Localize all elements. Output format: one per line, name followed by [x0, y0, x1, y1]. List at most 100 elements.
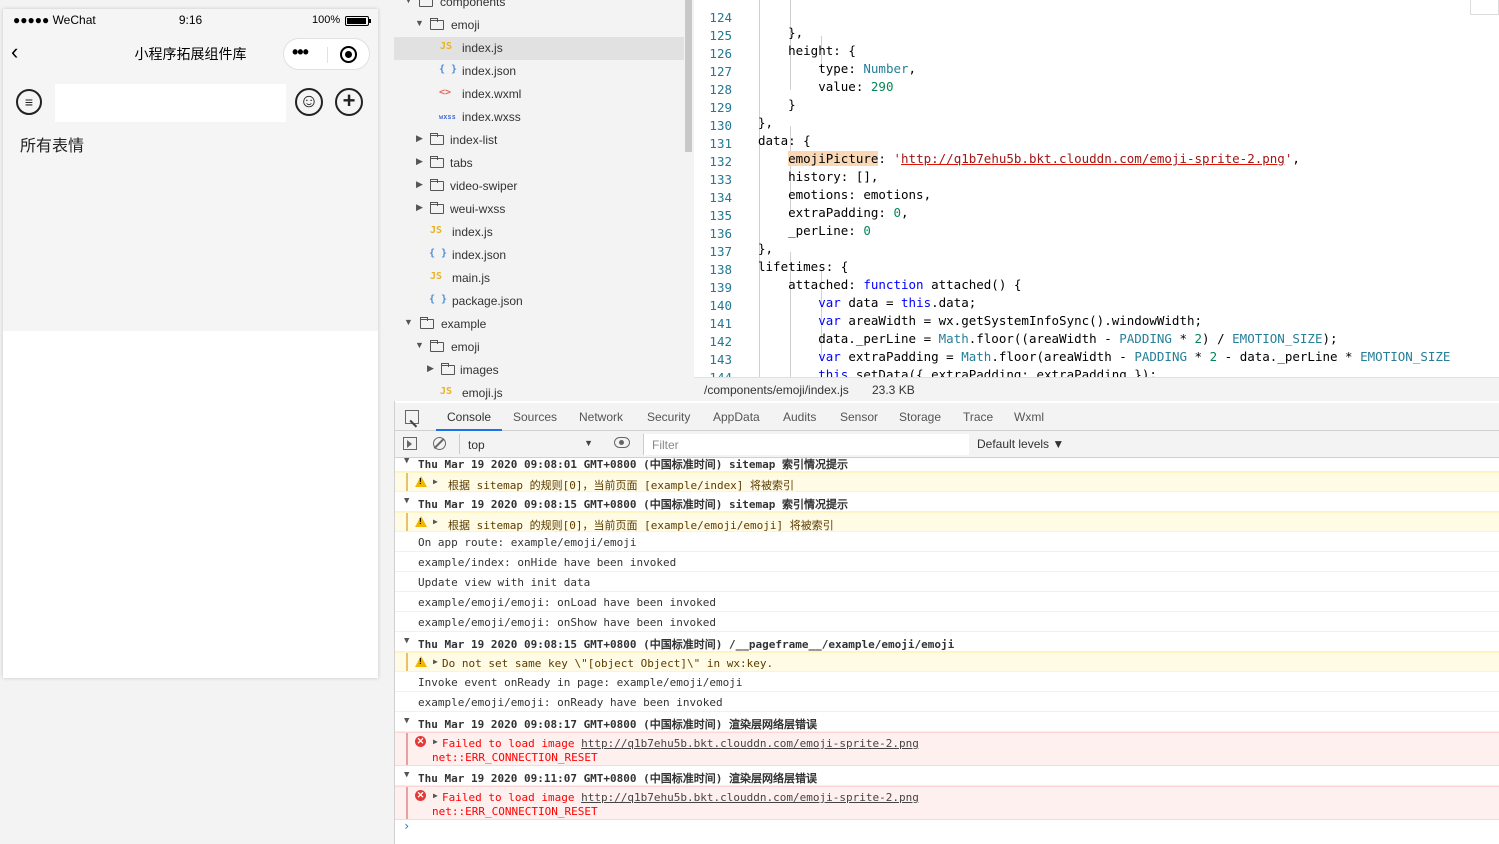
tree-folder-components[interactable]: ▼ components — [394, 0, 684, 14]
expand-arrow-icon[interactable]: ▼ — [404, 317, 413, 327]
collapse-arrow-icon[interactable]: ▼ — [404, 716, 409, 726]
editor-corner-widget[interactable] — [1470, 0, 1499, 15]
json-file-icon: { } — [439, 64, 458, 75]
tab-sensor[interactable]: Sensor — [840, 410, 878, 424]
sidebar-toggle-icon[interactable] — [403, 437, 417, 450]
list-icon[interactable]: ≡ — [16, 89, 42, 115]
tree-folder-index-list[interactable]: ▶ index-list — [394, 129, 684, 152]
console-log: example/emoji/emoji: onLoad have been in… — [395, 592, 1499, 612]
tree-file-index-js[interactable]: JS index.js — [394, 37, 684, 60]
editor-status-bar: /components/emoji/index.js 23.3 KB — [694, 377, 1499, 401]
error-text: Failed to load image — [442, 737, 582, 750]
collapse-arrow-icon[interactable]: ▼ — [404, 496, 409, 506]
tree-file-main-js[interactable]: JS main.js — [394, 267, 684, 290]
error-url-link[interactable]: http://q1b7ehu5b.bkt.clouddn.com/emoji-s… — [581, 791, 919, 804]
eye-icon[interactable] — [614, 437, 630, 448]
expand-arrow-icon[interactable]: ▶ — [433, 737, 438, 746]
expand-arrow-icon[interactable]: ▼ — [415, 340, 424, 350]
console-log: example/emoji/emoji: onReady have been i… — [395, 692, 1499, 712]
message-input[interactable] — [55, 84, 286, 122]
folder-icon — [419, 0, 433, 7]
tree-folder-weui-wxss[interactable]: ▶ weui-wxss — [394, 198, 684, 221]
close-target-icon[interactable] — [340, 46, 357, 63]
smiley-icon[interactable]: ☺ — [295, 88, 323, 116]
tab-security[interactable]: Security — [647, 410, 690, 424]
expand-arrow-icon[interactable]: ▶ — [416, 202, 423, 213]
tree-file-index-wxml[interactable]: <> index.wxml — [394, 83, 684, 106]
console-group-header[interactable]: ▼ Thu Mar 19 2020 09:08:17 GMT+0800 (中国标… — [395, 712, 1499, 732]
tree-folder-video-swiper[interactable]: ▶ video-swiper — [394, 175, 684, 198]
tab-trace[interactable]: Trace — [963, 410, 993, 424]
tree-file-index-js[interactable]: JS index.js — [394, 221, 684, 244]
more-icon[interactable]: ••• — [292, 43, 322, 61]
devtools-window: ●●●●● WeChat 9:16 100% ‹ 小程序拓展组件库 ••• ≡ … — [0, 0, 1499, 844]
console-group-header[interactable]: ▼ Thu Mar 19 2020 09:08:01 GMT+0800 (中国标… — [395, 458, 1499, 472]
folder-icon — [430, 18, 444, 30]
expand-arrow-icon[interactable]: ▶ — [433, 791, 438, 800]
tab-network[interactable]: Network — [579, 410, 623, 424]
console-output[interactable]: ▼ Thu Mar 19 2020 09:08:01 GMT+0800 (中国标… — [395, 458, 1499, 844]
code-line: 141 data._perLine = Math.floor((areaWidt… — [694, 301, 1499, 346]
console-message: Thu Mar 19 2020 09:08:15 GMT+0800 (中国标准时… — [418, 498, 849, 511]
console-group-header[interactable]: ▼ Thu Mar 19 2020 09:11:07 GMT+0800 (中国标… — [395, 766, 1499, 786]
warning-icon — [415, 656, 427, 667]
tree-label: weui-wxss — [450, 202, 506, 216]
js-file-icon: JS — [430, 271, 443, 282]
tree-file-emoji-js[interactable]: JS emoji.js — [394, 382, 684, 401]
tree-scrollbar[interactable] — [685, 0, 692, 152]
tree-folder-tabs[interactable]: ▶ tabs — [394, 152, 684, 175]
console-warning[interactable]: ▶ Do not set same key \"[object Object]\… — [395, 652, 1499, 672]
collapse-arrow-icon[interactable]: ▼ — [404, 458, 409, 466]
tree-folder-images[interactable]: ▶ images — [394, 359, 684, 382]
console-group-header[interactable]: ▼ Thu Mar 19 2020 09:08:15 GMT+0800 (中国标… — [395, 492, 1499, 512]
console-message: example/index: onHide have been invoked — [418, 556, 677, 569]
expand-arrow-icon[interactable]: ▶ — [416, 133, 423, 144]
tree-label: index-list — [450, 133, 498, 147]
console-error[interactable]: ✕ ▶ Failed to load image http://q1b7ehu5… — [395, 732, 1499, 766]
tree-folder-example[interactable]: ▼ example — [394, 313, 684, 336]
console-warning[interactable]: ▶ 根据 sitemap 的规则[0]，当前页面 [example/index]… — [395, 472, 1499, 492]
tab-storage[interactable]: Storage — [899, 410, 941, 424]
tree-file-index-wxss[interactable]: wxss index.wxss — [394, 106, 684, 129]
inspect-element-icon[interactable] — [405, 410, 419, 424]
collapse-arrow-icon[interactable]: ▼ — [404, 770, 409, 780]
console-prompt[interactable]: › — [403, 819, 410, 833]
tab-appdata[interactable]: AppData — [713, 410, 760, 424]
console-error[interactable]: ✕ ▶ Failed to load image http://q1b7ehu5… — [395, 786, 1499, 820]
code-editor[interactable]: 124 }, 125 height: { 126 type: Number, 1… — [694, 0, 1499, 377]
filter-input[interactable] — [643, 434, 969, 455]
tree-file-package-json[interactable]: { } package.json — [394, 290, 684, 313]
tree-file-index-json[interactable]: { } index.json — [394, 60, 684, 83]
code-line: 129 }, — [694, 85, 1499, 130]
tree-folder-emoji[interactable]: ▼ emoji — [394, 14, 684, 37]
tab-console[interactable]: Console — [447, 410, 491, 424]
expand-arrow-icon[interactable]: ▶ — [433, 657, 438, 666]
tree-folder-emoji[interactable]: ▼ emoji — [394, 336, 684, 359]
error-url-link[interactable]: http://q1b7ehu5b.bkt.clouddn.com/emoji-s… — [581, 737, 919, 750]
tab-wxml[interactable]: Wxml — [1014, 410, 1044, 424]
tab-sources[interactable]: Sources — [513, 410, 557, 424]
log-levels-select[interactable]: Default levels ▼ — [977, 437, 1064, 451]
expand-arrow-icon[interactable]: ▶ — [416, 179, 423, 190]
js-file-icon: JS — [440, 41, 453, 52]
tab-audits[interactable]: Audits — [783, 410, 816, 424]
expand-arrow-icon[interactable]: ▶ — [427, 363, 434, 374]
expand-arrow-icon[interactable]: ▶ — [433, 477, 438, 486]
code-line: 127 value: 290 — [694, 49, 1499, 94]
tree-label: emoji — [451, 18, 480, 32]
collapse-arrow-icon[interactable]: ▼ — [404, 636, 409, 646]
tree-label: main.js — [452, 271, 491, 285]
plus-circle-icon[interactable]: + — [335, 88, 363, 116]
js-file-icon: JS — [430, 225, 443, 236]
tree-label: index.wxss — [462, 110, 521, 124]
clear-console-icon[interactable] — [433, 437, 446, 450]
expand-arrow-icon[interactable]: ▼ — [415, 18, 424, 28]
tree-file-index-json[interactable]: { } index.json — [394, 244, 684, 267]
console-group-header[interactable]: ▼ Thu Mar 19 2020 09:08:15 GMT+0800 (中国标… — [395, 632, 1499, 652]
context-select[interactable]: top ▼ — [459, 434, 599, 454]
expand-arrow-icon[interactable]: ▶ — [416, 156, 423, 167]
expand-arrow-icon[interactable]: ▶ — [433, 517, 438, 526]
console-warning[interactable]: ▶ 根据 sitemap 的规则[0]，当前页面 [example/emoji/… — [395, 512, 1499, 532]
expand-arrow-icon[interactable]: ▼ — [404, 0, 413, 5]
code-line: 137 lifetimes: { — [694, 229, 1499, 274]
